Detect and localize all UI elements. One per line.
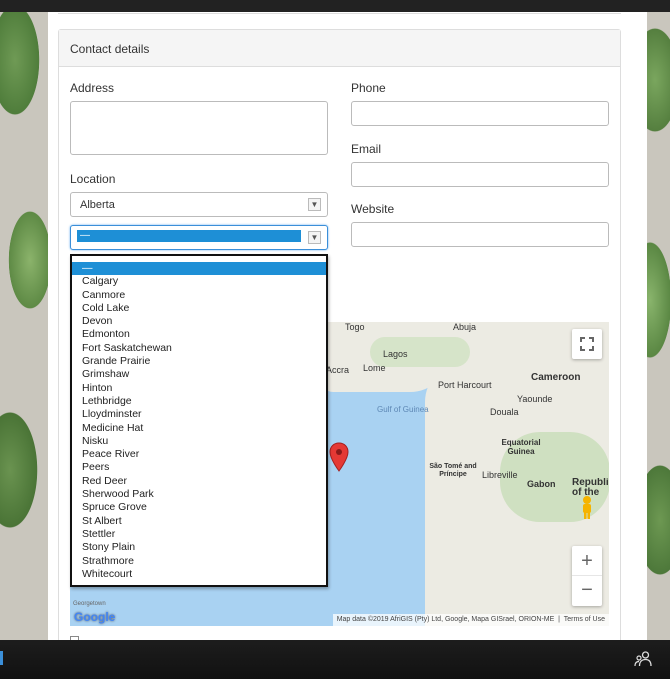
map-place-label: Lagos <box>383 349 408 359</box>
divider <box>58 12 621 14</box>
map-place-label: Yaounde <box>517 394 553 404</box>
email-label: Email <box>351 142 382 156</box>
browser-top-bar <box>0 0 670 12</box>
map-place-label: Port Harcourt <box>438 380 492 390</box>
dropdown-option[interactable]: Stettler <box>72 528 326 541</box>
phone-input[interactable] <box>351 101 609 126</box>
city-select[interactable]: — ▼ <box>70 225 328 250</box>
map-place-label: Cameroon <box>531 372 581 383</box>
dropdown-option[interactable]: Hinton <box>72 382 326 395</box>
map-place-label: Abuja <box>453 322 477 332</box>
dropdown-option-selected[interactable]: — <box>72 262 326 276</box>
chevron-down-icon: ▼ <box>308 198 321 211</box>
dropdown-option[interactable]: Medicine Hat <box>72 422 326 435</box>
map-place-label: Douala <box>490 407 519 417</box>
province-select-value: Alberta <box>80 199 115 211</box>
map-attribution: Map data ©2019 AfriGIS (Pty) Ltd, Google… <box>332 614 609 626</box>
map-place-label: Equatorial Guinea <box>501 438 541 456</box>
people-icon[interactable] <box>634 650 652 668</box>
map-place-label: Georgetown <box>73 601 106 607</box>
taskbar-active-indicator <box>0 651 3 665</box>
address-label: Address <box>70 81 115 95</box>
map-marker-icon[interactable] <box>329 442 349 472</box>
city-select-value: — <box>77 230 301 242</box>
dropdown-option[interactable]: Peace River <box>72 448 326 461</box>
dropdown-option[interactable]: Peers <box>72 461 326 474</box>
map-place-label: São Tomé and Príncipe <box>429 463 477 478</box>
email-input[interactable] <box>351 162 609 187</box>
map-place-label: Lome <box>363 363 386 373</box>
dropdown-option[interactable]: Strathmore <box>72 555 326 568</box>
zoom-in-button[interactable]: + <box>572 546 602 576</box>
google-logo: Google <box>74 610 116 624</box>
dropdown-option[interactable]: Grande Prairie <box>72 355 326 368</box>
map-place-label: Togo <box>345 322 365 332</box>
dropdown-option[interactable]: Nisku <box>72 435 326 448</box>
phone-label: Phone <box>351 81 386 95</box>
fullscreen-button[interactable] <box>572 329 602 359</box>
dropdown-option[interactable]: Sherwood Park <box>72 488 326 501</box>
location-label: Location <box>70 172 116 186</box>
dropdown-option[interactable]: Whitecourt <box>72 568 326 581</box>
zoom-controls: + − <box>572 546 602 606</box>
dropdown-option[interactable]: Lethbridge <box>72 395 326 408</box>
dropdown-option[interactable]: Canmore <box>72 289 326 302</box>
map-place-label: Libreville <box>482 470 518 480</box>
city-dropdown-list: — Calgary Canmore Cold Lake Devon Edmonton Fo… <box>70 254 328 587</box>
pegman-icon <box>583 496 591 519</box>
pegman-button[interactable] <box>572 492 602 522</box>
dropdown-option[interactable]: Devon <box>72 315 326 328</box>
chevron-down-icon: ▼ <box>308 231 321 244</box>
website-input[interactable] <box>351 222 609 247</box>
dropdown-option[interactable]: Grimshaw <box>72 368 326 381</box>
dropdown-option[interactable]: Fort Saskatchewan <box>72 342 326 355</box>
attribution-text: Map data ©2019 AfriGIS (Pty) Ltd, Google… <box>336 616 555 623</box>
address-textarea[interactable] <box>70 101 328 155</box>
map-place-label: Accra <box>326 365 350 375</box>
dropdown-option[interactable]: Calgary <box>72 275 326 288</box>
dropdown-option[interactable]: Spruce Grove <box>72 501 326 514</box>
taskbar <box>0 640 670 679</box>
map-place-label: Gulf of Guinea <box>377 405 429 414</box>
dropdown-option[interactable]: St Albert <box>72 515 326 528</box>
dropdown-option[interactable]: Lloydminster <box>72 408 326 421</box>
dropdown-option[interactable]: Cold Lake <box>72 302 326 315</box>
dropdown-option[interactable]: Red Deer <box>72 475 326 488</box>
card-title: Contact details <box>59 30 620 67</box>
terms-of-use-link[interactable]: Terms of Use <box>564 616 605 623</box>
zoom-out-button[interactable]: − <box>572 576 602 606</box>
province-select[interactable]: Alberta ▼ <box>70 192 328 217</box>
dropdown-option[interactable]: Edmonton <box>72 328 326 341</box>
dropdown-option[interactable]: Stony Plain <box>72 541 326 554</box>
fullscreen-icon <box>580 337 594 351</box>
map-place-label: Gabon <box>527 479 556 489</box>
website-label: Website <box>351 202 395 216</box>
